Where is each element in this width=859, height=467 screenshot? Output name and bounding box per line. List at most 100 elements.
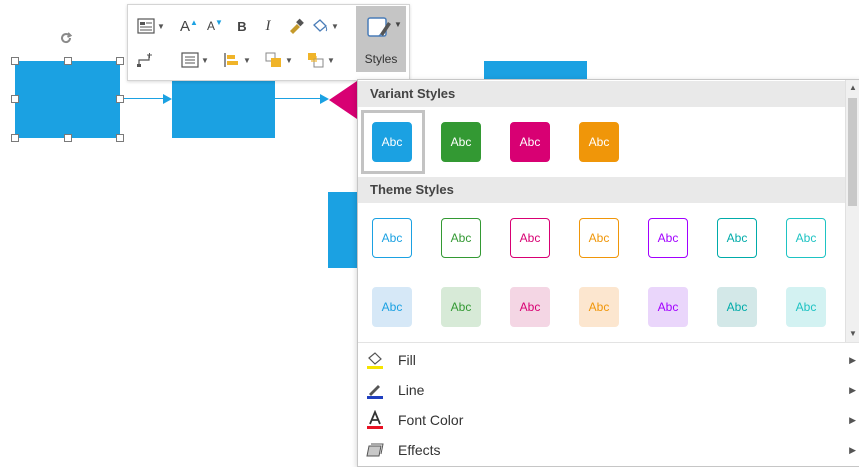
text-box-icon <box>137 18 155 34</box>
menu-item-line[interactable]: Line ▶ <box>358 375 859 405</box>
swatch-label: Abc <box>381 231 403 245</box>
resize-handle[interactable] <box>116 95 124 103</box>
resize-handle[interactable] <box>64 134 72 142</box>
theme-style-swatch[interactable]: Abc <box>372 218 412 258</box>
send-backward-button[interactable]: ▼ <box>304 49 338 71</box>
swatch-label: Abc <box>657 231 679 245</box>
shape-fill-button[interactable]: ▼ <box>309 15 341 37</box>
font-color-icon <box>364 409 386 431</box>
styles-icon <box>366 14 396 45</box>
swatch-label: Abc <box>657 300 679 314</box>
variant-style-swatch[interactable]: Abc <box>372 122 412 162</box>
chevron-down-icon: ▼ <box>394 20 402 29</box>
variant-styles-header: Variant Styles <box>358 81 845 107</box>
menu-item-font-color[interactable]: Font Color ▶ <box>358 405 859 435</box>
theme-style-swatch[interactable]: Abc <box>579 218 619 258</box>
theme-style-swatch[interactable]: Abc <box>786 218 826 258</box>
menu-label-font-color: Font Color <box>398 412 464 428</box>
variant-style-swatch[interactable]: Abc <box>510 122 550 162</box>
paint-bucket-icon <box>313 19 328 32</box>
swatch-label: Abc <box>519 300 541 314</box>
connector-tool-button[interactable] <box>134 49 156 71</box>
swatch-label: Abc <box>519 135 541 149</box>
align-text-button[interactable]: ▼ <box>178 49 212 71</box>
swatch-label: Abc <box>588 300 610 314</box>
menu-label-effects: Effects <box>398 442 441 458</box>
scroll-thumb[interactable] <box>848 98 857 206</box>
process-shape[interactable] <box>172 80 275 138</box>
theme-style-light-swatch[interactable]: Abc <box>441 287 481 327</box>
effects-icon <box>364 439 386 461</box>
styles-gallery: Variant Styles Abc Abc Abc Abc Theme Styles… <box>357 79 859 467</box>
resize-handle[interactable] <box>11 57 19 65</box>
theme-style-light-swatch[interactable]: Abc <box>648 287 688 327</box>
menu-item-fill[interactable]: Fill ▶ <box>358 345 859 375</box>
italic-button[interactable]: I <box>258 15 278 37</box>
resize-handle[interactable] <box>64 57 72 65</box>
chevron-down-icon: ▼ <box>201 55 209 65</box>
line-pen-icon <box>364 379 386 401</box>
align-left-icon <box>224 53 239 67</box>
theme-style-light-swatch[interactable]: Abc <box>510 287 550 327</box>
theme-style-light-swatch[interactable]: Abc <box>579 287 619 327</box>
submenu-arrow-icon: ▶ <box>849 354 856 365</box>
swatch-label: Abc <box>588 231 610 245</box>
scroll-down-icon[interactable]: ▼ <box>846 326 859 342</box>
shrink-font-button[interactable]: A ▼ <box>204 15 226 37</box>
chevron-down-icon: ▼ <box>243 55 251 65</box>
swatch-label: Abc <box>381 135 403 149</box>
swatch-label: Abc <box>588 135 610 149</box>
grow-font-button[interactable]: A ▲ <box>178 15 200 37</box>
scroll-up-icon[interactable]: ▲ <box>846 80 859 96</box>
styles-button[interactable]: ▼ Styles <box>356 6 406 72</box>
connector-arrowhead <box>163 94 172 104</box>
menu-item-effects[interactable]: Effects ▶ <box>358 435 859 465</box>
grow-font-label: A <box>180 17 191 35</box>
bold-button[interactable]: B <box>232 15 252 37</box>
menu-divider <box>358 342 859 343</box>
variant-style-swatch[interactable]: Abc <box>441 122 481 162</box>
swatch-label: Abc <box>450 135 472 149</box>
theme-styles-header: Theme Styles <box>358 177 845 203</box>
resize-handle[interactable] <box>116 134 124 142</box>
theme-style-light-swatch[interactable]: Abc <box>717 287 757 327</box>
rotate-handle-icon[interactable] <box>58 30 74 46</box>
connector-arrowhead <box>320 94 329 104</box>
theme-style-swatch[interactable]: Abc <box>648 218 688 258</box>
resize-handle[interactable] <box>11 134 19 142</box>
submenu-arrow-icon: ▶ <box>849 384 856 395</box>
theme-style-light-swatch[interactable]: Abc <box>372 287 412 327</box>
shrink-font-label: A <box>207 19 216 33</box>
format-painter-button[interactable] <box>285 15 307 37</box>
menu-label-fill: Fill <box>398 352 416 368</box>
resize-handle[interactable] <box>11 95 19 103</box>
text-options-button[interactable]: ▼ <box>134 15 168 37</box>
theme-style-swatch[interactable]: Abc <box>510 218 550 258</box>
selected-shape[interactable] <box>15 61 120 138</box>
send-backward-icon <box>308 53 324 68</box>
variant-style-swatch[interactable]: Abc <box>579 122 619 162</box>
theme-style-swatch[interactable]: Abc <box>441 218 481 258</box>
bring-forward-button[interactable]: ▼ <box>262 49 296 71</box>
swatch-label: Abc <box>450 231 472 245</box>
swatch-label: Abc <box>381 300 403 314</box>
resize-handle[interactable] <box>116 57 124 65</box>
chevron-down-icon: ▼ <box>331 21 339 31</box>
connector-line[interactable] <box>124 98 164 99</box>
theme-style-light-swatch[interactable]: Abc <box>786 287 826 327</box>
bring-forward-icon <box>265 52 282 67</box>
styles-label: Styles <box>364 52 398 66</box>
swatch-label: Abc <box>450 300 472 314</box>
position-button[interactable]: ▼ <box>220 49 254 71</box>
swatch-label: Abc <box>795 231 817 245</box>
swatch-label: Abc <box>726 231 748 245</box>
connector-line[interactable] <box>275 98 321 99</box>
gallery-scrollbar[interactable]: ▲ ▼ <box>845 80 859 342</box>
swatch-label: Abc <box>519 231 541 245</box>
submenu-arrow-icon: ▶ <box>849 414 856 425</box>
theme-style-swatch[interactable]: Abc <box>717 218 757 258</box>
process-shape[interactable] <box>484 61 587 79</box>
process-shape[interactable] <box>328 192 357 268</box>
decision-shape[interactable] <box>329 81 357 119</box>
fill-bucket-icon <box>364 349 386 371</box>
